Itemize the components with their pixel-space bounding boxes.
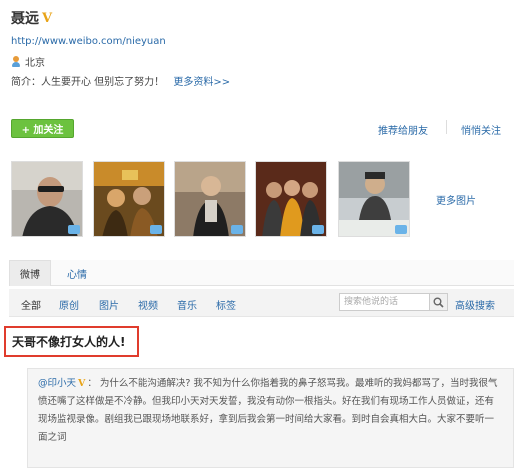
profile-name: 聂远 V xyxy=(11,8,52,28)
search-icon xyxy=(433,297,444,308)
recommend-to-friend-link[interactable]: 推荐给朋友 xyxy=(378,122,428,137)
profile-url-link[interactable]: http://www.weibo.com/nieyuan xyxy=(11,36,166,47)
filter-music[interactable]: 音乐 xyxy=(177,297,197,312)
person-icon xyxy=(11,55,21,68)
photo-thumbnail[interactable] xyxy=(338,161,410,237)
location-text: 北京 xyxy=(25,58,45,69)
bio-prefix: 简介： xyxy=(11,77,41,88)
verified-badge-icon: V xyxy=(42,10,53,26)
photo-badge-icon xyxy=(150,225,162,234)
bio-text: 人生要开心 但别忘了努力！ xyxy=(41,77,165,88)
repost-author-link[interactable]: @印小天 xyxy=(38,378,76,389)
tab-weibo[interactable]: 微博 xyxy=(9,260,51,286)
photo-badge-icon xyxy=(231,225,243,234)
location: 北京 xyxy=(11,54,45,69)
filter-videos[interactable]: 视频 xyxy=(138,297,158,312)
post-text: 天哥不像打女人的人! xyxy=(12,335,126,349)
repost-verified-icon: V xyxy=(78,378,86,389)
photo-thumbnail[interactable] xyxy=(11,161,83,237)
photo-badge-icon xyxy=(395,225,407,234)
search-button[interactable] xyxy=(430,293,448,311)
repost-box: @印小天 V： 为什么不能沟通解决? 我不知为什么你指着我的鼻子怒骂我。最难听的我… xyxy=(27,368,514,468)
photo-badge-icon xyxy=(312,225,324,234)
repost-text: ： 为什么不能沟通解决? 我不知为什么你指着我的鼻子怒骂我。最难听的我妈都骂了，… xyxy=(38,378,498,443)
search-input[interactable] xyxy=(339,293,430,311)
follow-button[interactable]: + 加关注 xyxy=(11,119,74,138)
photo-thumbnail[interactable] xyxy=(93,161,165,237)
filter-all[interactable]: 全部 xyxy=(21,297,41,312)
filter-row: 全部 原创 图片 视频 音乐 标签 高级搜索 xyxy=(9,289,514,317)
filter-tags[interactable]: 标签 xyxy=(216,297,236,312)
highlighted-post: 天哥不像打女人的人! xyxy=(4,326,139,357)
profile-name-text: 聂远 xyxy=(11,11,39,27)
photo-thumbnail[interactable] xyxy=(255,161,327,237)
more-photos-link[interactable]: 更多图片 xyxy=(436,192,476,207)
advanced-search-link[interactable]: 高级搜索 xyxy=(455,297,495,312)
photo-badge-icon xyxy=(68,225,80,234)
tab-mood[interactable]: 心情 xyxy=(57,260,97,286)
filter-original[interactable]: 原创 xyxy=(59,297,79,312)
filter-images[interactable]: 图片 xyxy=(99,297,119,312)
action-divider xyxy=(446,120,447,134)
more-info-link[interactable]: 更多资料>> xyxy=(173,77,230,88)
quiet-follow-link[interactable]: 悄悄关注 xyxy=(461,122,501,137)
repost-content: @印小天 V： 为什么不能沟通解决? 我不知为什么你指着我的鼻子怒骂我。最难听的我… xyxy=(38,375,503,447)
photo-thumbnail[interactable] xyxy=(174,161,246,237)
content-tab-bar: 微博 心情 xyxy=(9,260,514,286)
bio: 简介：人生要开心 但别忘了努力！ 更多资料>> xyxy=(11,73,230,88)
